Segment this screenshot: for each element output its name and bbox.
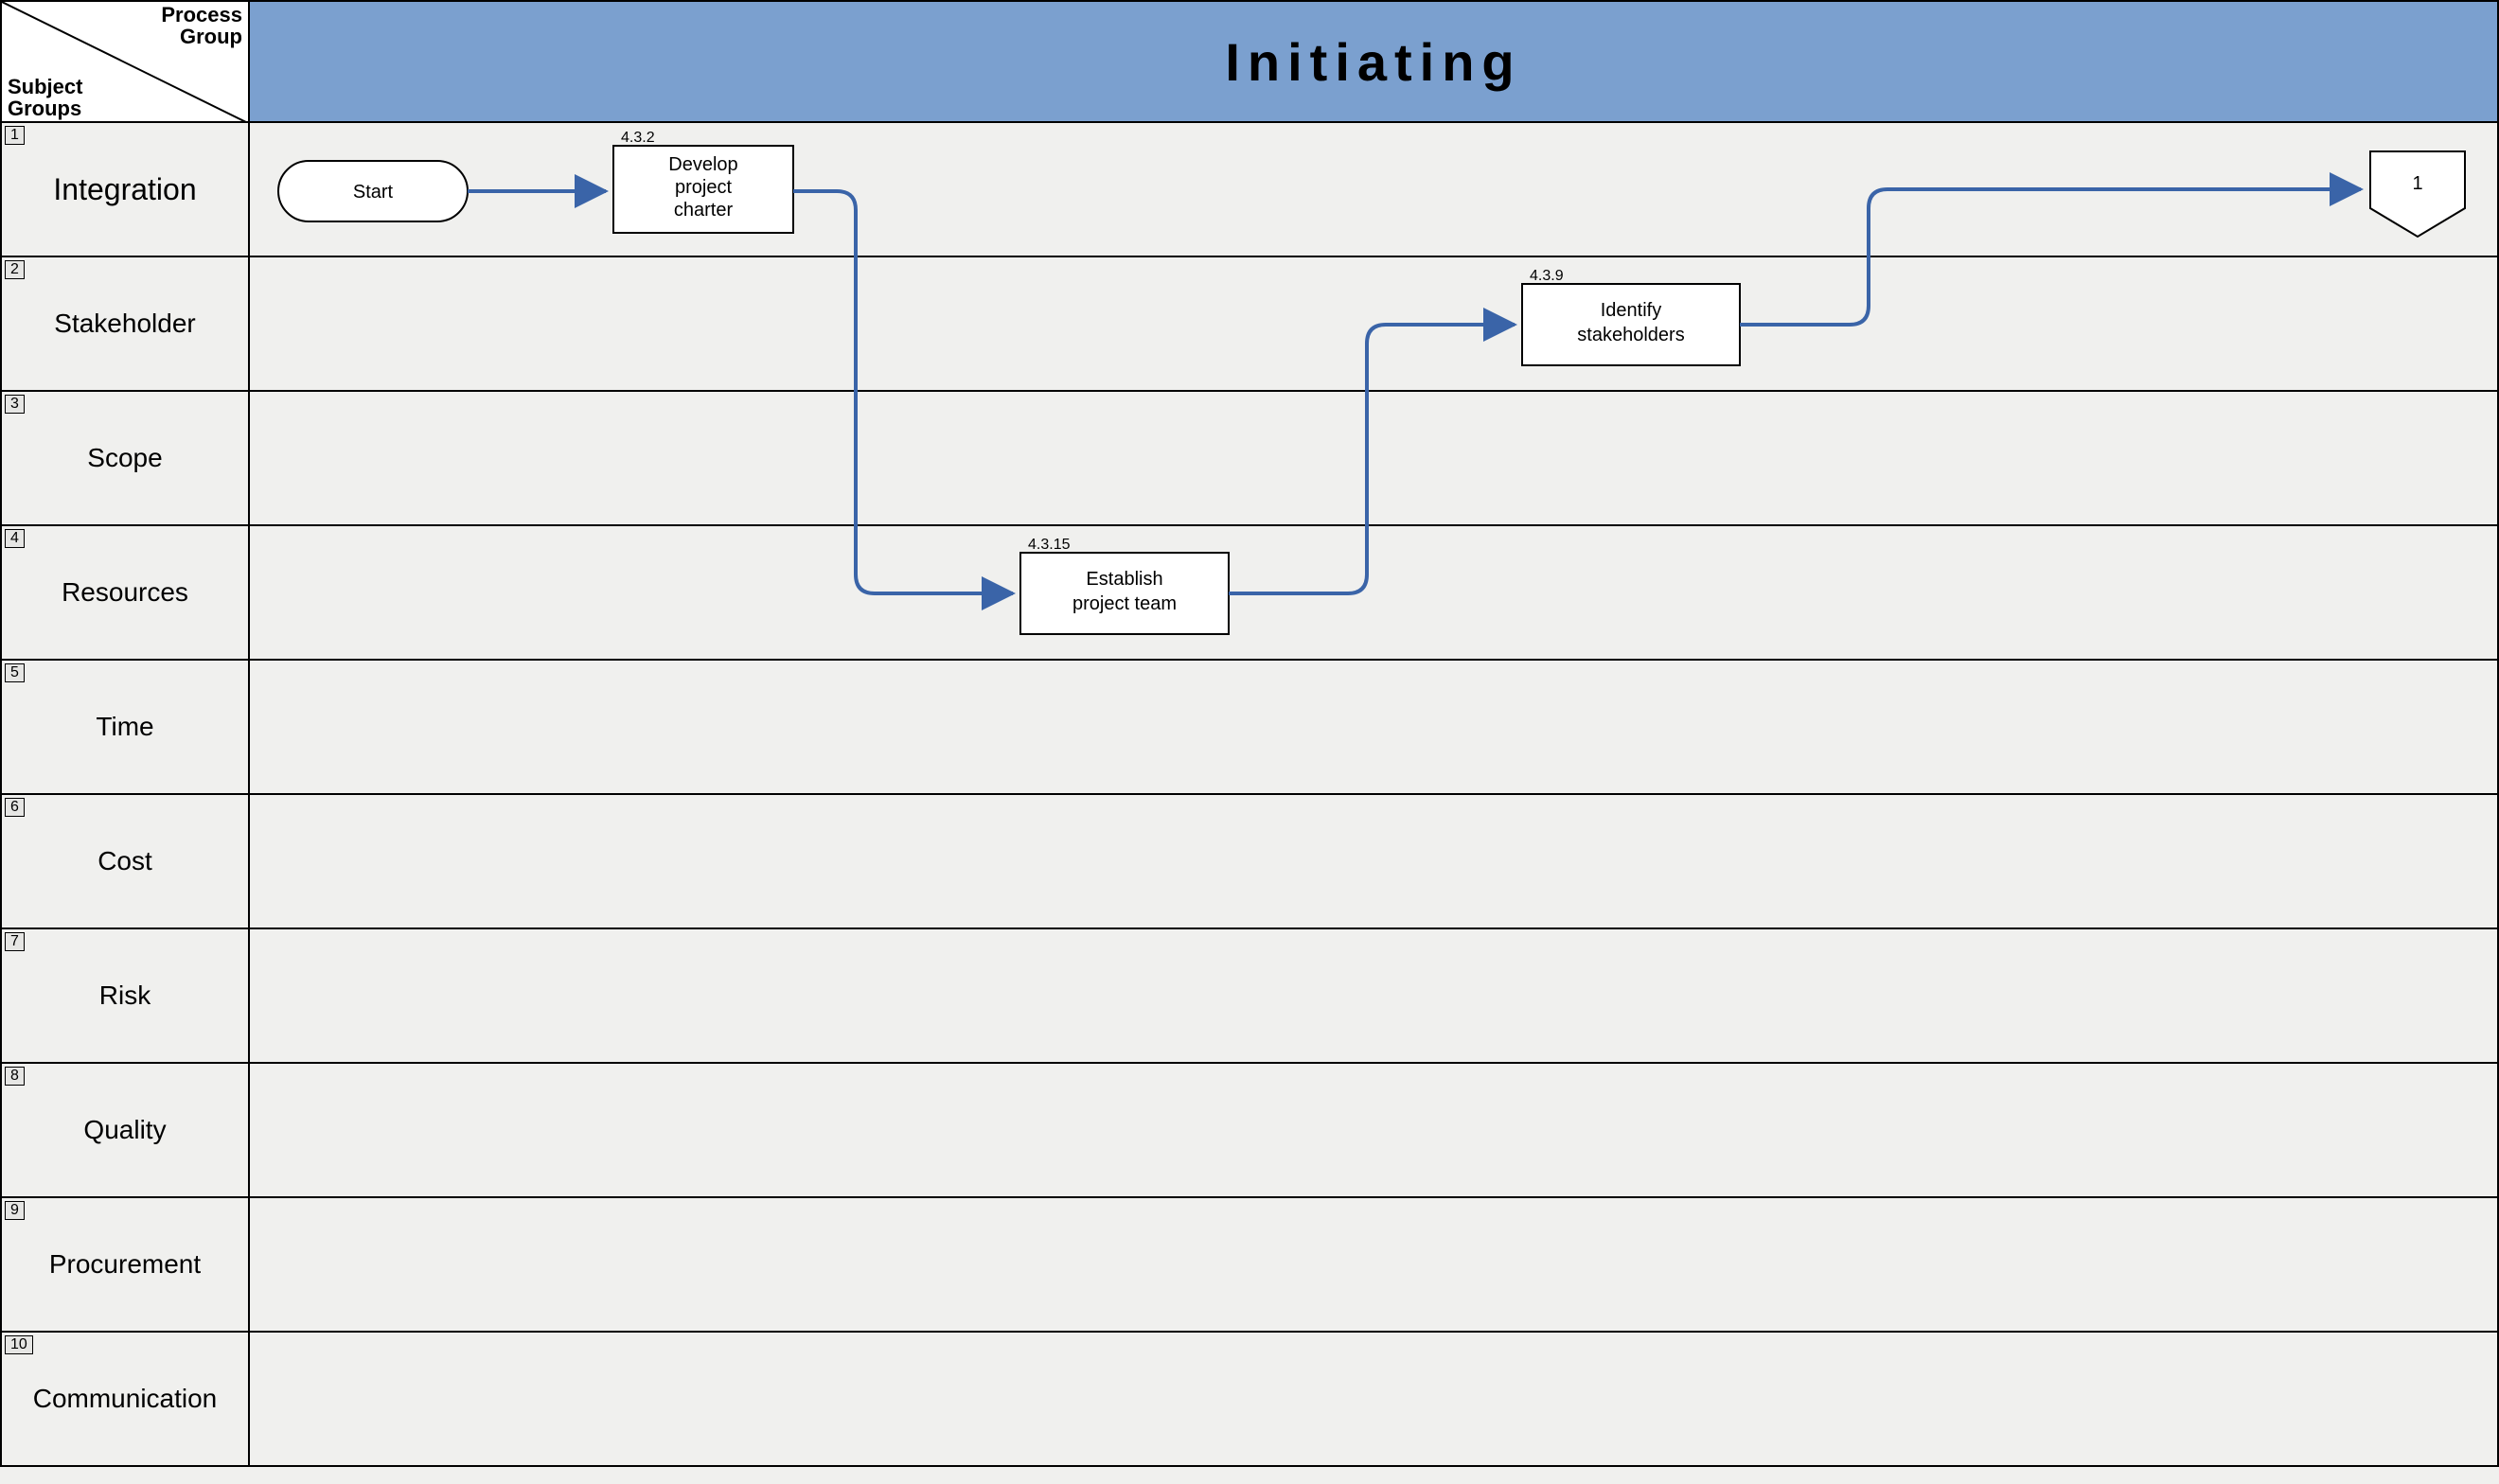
- row-label: 3 Scope: [0, 392, 250, 526]
- row-number: 3: [5, 395, 25, 414]
- row-number: 6: [5, 798, 25, 817]
- row-body: [250, 1064, 2499, 1198]
- row-number: 1: [5, 126, 25, 145]
- axis-label-process-group: ProcessGroup: [161, 4, 242, 47]
- row-body: [250, 795, 2499, 929]
- row-label-text: Scope: [87, 443, 162, 473]
- row-body: [250, 526, 2499, 661]
- swimlane-canvas: ProcessGroup SubjectGroups Initiating 1 I…: [0, 0, 2499, 1484]
- row-body: [250, 257, 2499, 392]
- row-body: [250, 1198, 2499, 1333]
- row-label: 1 Integration: [0, 123, 250, 257]
- row-number: 2: [5, 260, 25, 279]
- row-label: 8 Quality: [0, 1064, 250, 1198]
- row-label-text: Procurement: [49, 1249, 201, 1280]
- row-number: 10: [5, 1335, 33, 1354]
- row-label-text: Integration: [53, 172, 196, 207]
- row-number: 7: [5, 932, 25, 951]
- row-body: [250, 1333, 2499, 1467]
- row-number: 4: [5, 529, 25, 548]
- row-label: 5 Time: [0, 661, 250, 795]
- row-label: 9 Procurement: [0, 1198, 250, 1333]
- row-label: 4 Resources: [0, 526, 250, 661]
- row-number: 9: [5, 1201, 25, 1220]
- row-number: 8: [5, 1067, 25, 1086]
- corner-header-cell: ProcessGroup SubjectGroups: [0, 0, 250, 123]
- row-label-text: Quality: [83, 1115, 166, 1145]
- row-label-text: Time: [96, 712, 153, 742]
- row-label: 6 Cost: [0, 795, 250, 929]
- row-body: [250, 123, 2499, 257]
- row-label-text: Stakeholder: [54, 309, 195, 339]
- row-label-text: Resources: [62, 577, 188, 608]
- row-body: [250, 661, 2499, 795]
- process-group-title: Initiating: [250, 0, 2499, 123]
- axis-label-subject-groups: SubjectGroups: [8, 76, 82, 119]
- row-label: 2 Stakeholder: [0, 257, 250, 392]
- row-label-text: Cost: [97, 846, 152, 876]
- row-label: 10 Communication: [0, 1333, 250, 1467]
- row-body: [250, 929, 2499, 1064]
- row-label-text: Risk: [99, 980, 151, 1011]
- row-number: 5: [5, 663, 25, 682]
- row-label: 7 Risk: [0, 929, 250, 1064]
- row-label-text: Communication: [33, 1384, 218, 1414]
- row-body: [250, 392, 2499, 526]
